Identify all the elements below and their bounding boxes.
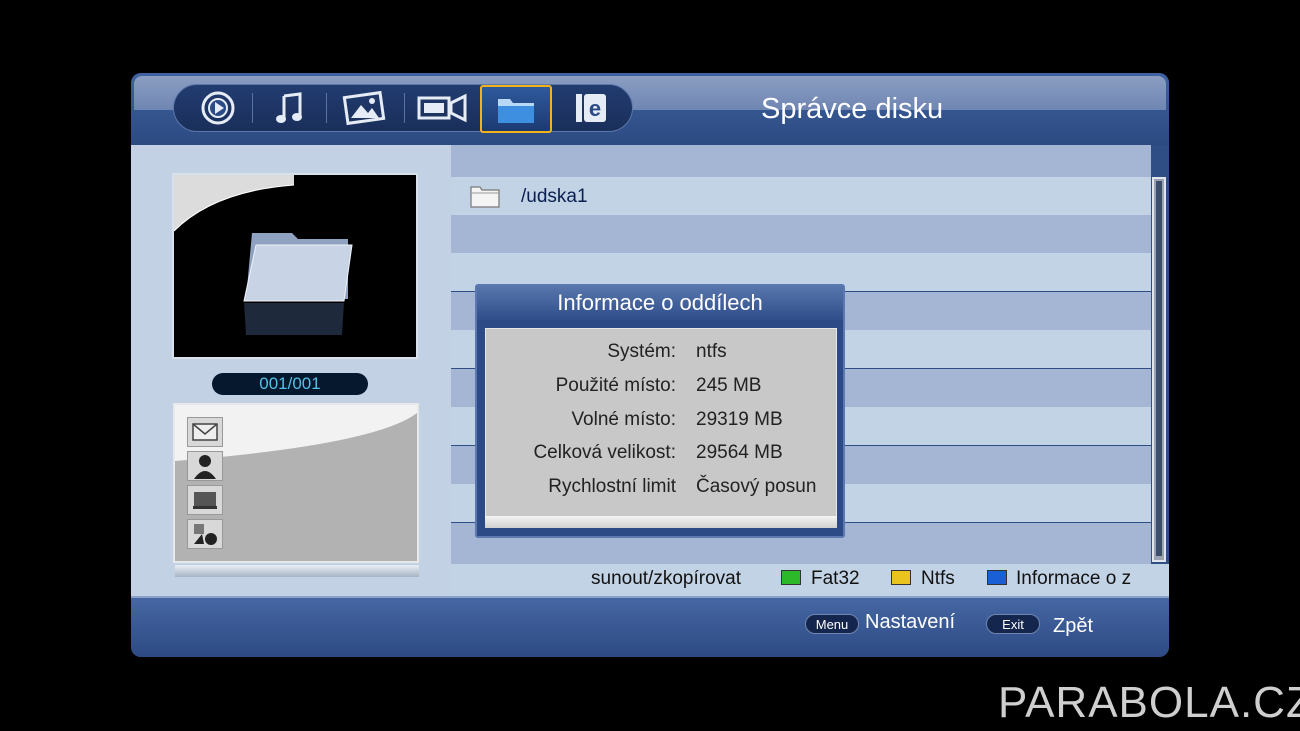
disk-manager-window: e Správce disku 001/001 /udska1 sunout/z… <box>131 73 1169 657</box>
folder-preview <box>172 173 418 359</box>
list-item[interactable]: /udska1 <box>451 177 1151 215</box>
legend-green-label: Fat32 <box>811 568 860 589</box>
info-value-speed-limit: Časový posun <box>696 476 817 497</box>
folder-icon <box>498 99 534 123</box>
info-label-free: Volné místo: <box>571 409 676 430</box>
page-title: Správce disku <box>761 93 944 125</box>
thumbnail-panel <box>173 403 419 563</box>
info-label-total: Celková velikost: <box>533 442 676 463</box>
tab-music[interactable] <box>254 86 326 130</box>
e-book-icon: e <box>576 94 606 122</box>
folder-preview-icon <box>174 175 353 335</box>
list-scrollbar[interactable] <box>1152 177 1166 562</box>
info-value-free: 29319 MB <box>696 409 783 430</box>
photo-icon <box>342 90 386 126</box>
header: e Správce disku <box>131 73 1169 145</box>
info-label-system: Systém: <box>607 341 676 362</box>
menu-key-icon[interactable]: Menu <box>805 614 859 634</box>
music-note-icon <box>276 92 302 123</box>
dialog-body: Systém: ntfs Použité místo: 245 MB Volné… <box>485 328 837 526</box>
mail-icon <box>192 423 218 441</box>
dialog-title: Informace o oddílech <box>557 290 763 315</box>
footer: Menu Nastavení Exit Zpět <box>131 596 1169 657</box>
file-counter: 001/001 <box>212 373 368 395</box>
back-label[interactable]: Zpět <box>1053 615 1093 638</box>
info-value-total: 29564 MB <box>696 442 783 463</box>
legend-move-copy: sunout/zkopírovat <box>591 568 741 589</box>
partition-info-dialog: Informace o oddílech Systém: ntfs Použit… <box>475 284 845 538</box>
person-icon <box>194 455 216 479</box>
thumb-mail[interactable] <box>187 417 223 447</box>
tab-ebook[interactable]: e <box>554 86 626 130</box>
yellow-key-icon <box>891 570 911 585</box>
tab-video[interactable] <box>406 86 478 130</box>
tab-disk-manager[interactable] <box>480 85 552 133</box>
preview-panel: 001/001 <box>131 145 451 596</box>
thumb-shapes[interactable] <box>187 519 223 549</box>
svg-text:e: e <box>589 96 601 121</box>
legend-yellow-label: Ntfs <box>921 568 955 589</box>
info-value-used: 245 MB <box>696 375 762 396</box>
legend-blue-label: Informace o z <box>1016 568 1132 589</box>
media-tab-bar: e <box>173 84 633 133</box>
info-value-system: ntfs <box>696 341 727 362</box>
video-camera-icon <box>417 93 467 123</box>
color-key-legend: sunout/zkopírovat Fat32 Ntfs Informace o… <box>451 564 1169 596</box>
info-label-used: Použité místo: <box>555 375 676 396</box>
scrollbar-thumb[interactable] <box>1156 181 1162 556</box>
info-label-speed-limit: Rychlostní limit <box>548 476 676 497</box>
folder-icon <box>470 186 500 208</box>
shapes-icon <box>194 524 217 545</box>
green-key-icon <box>781 570 801 585</box>
settings-label[interactable]: Nastavení <box>865 611 955 634</box>
tab-photo[interactable] <box>328 86 400 130</box>
thumb-person[interactable] <box>187 451 223 481</box>
thumbnail-reflection <box>175 565 419 577</box>
monitor-icon <box>193 492 217 509</box>
exit-key-icon[interactable]: Exit <box>986 614 1040 634</box>
tab-media-player[interactable] <box>182 86 254 130</box>
folder-name: /udska1 <box>521 186 588 207</box>
media-player-icon <box>201 91 235 125</box>
watermark: PARABOLA.CZ <box>998 678 1300 727</box>
thumb-monitor[interactable] <box>187 485 223 515</box>
blue-key-icon <box>987 570 1007 585</box>
